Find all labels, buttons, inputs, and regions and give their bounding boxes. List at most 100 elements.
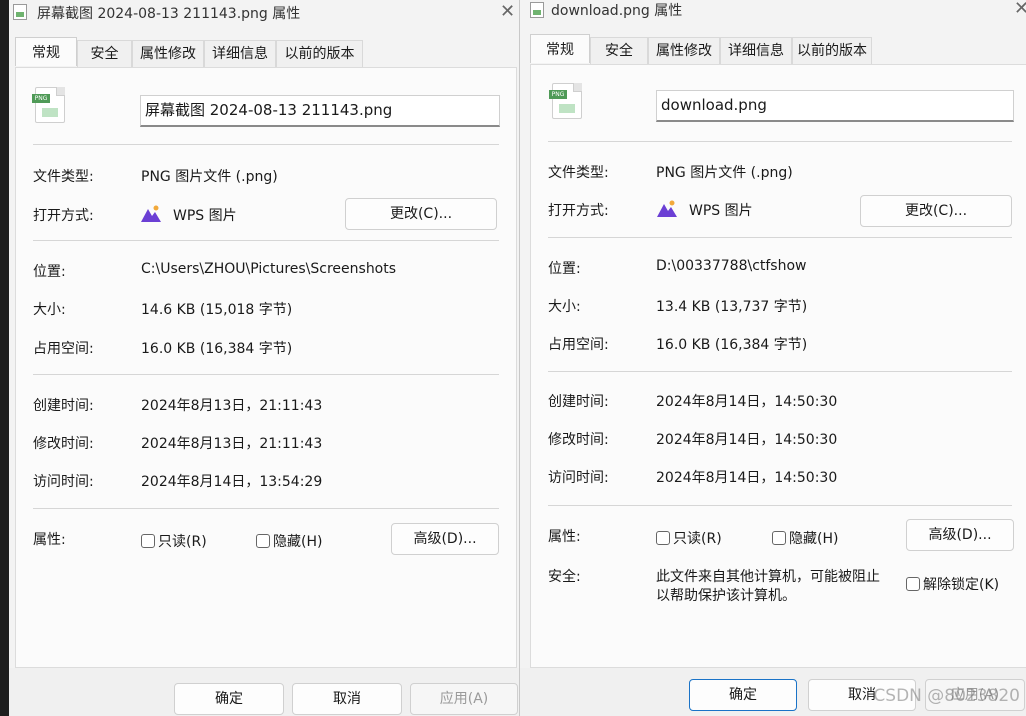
dialog-footer: 确定 取消 应用(A) xyxy=(9,668,519,716)
created-value: 2024年8月14日，14:50:30 xyxy=(656,394,838,410)
tab-attribute-edit[interactable]: 属性修改 xyxy=(132,40,204,67)
readonly-checkbox-label: 只读(R) xyxy=(158,534,207,550)
tab-general[interactable]: 常规 xyxy=(530,34,590,63)
readonly-checkbox[interactable]: 只读(R) xyxy=(141,531,207,551)
location-value: D:\00337788\ctfshow xyxy=(656,258,807,274)
file-name-field[interactable]: download.png xyxy=(656,90,1014,122)
png-file-icon xyxy=(13,4,27,20)
divider xyxy=(548,141,1012,142)
open-with-label: 打开方式: xyxy=(33,208,94,224)
apply-button[interactable]: 应用(A) xyxy=(410,683,518,715)
created-value: 2024年8月13日，21:11:43 xyxy=(141,398,323,414)
readonly-checkbox-label: 只读(R) xyxy=(673,531,722,547)
tab-details[interactable]: 详细信息 xyxy=(720,37,792,64)
background-window-edge xyxy=(0,0,9,716)
created-label: 创建时间: xyxy=(548,394,609,410)
open-with-value: WPS 图片 xyxy=(173,208,237,224)
accessed-value: 2024年8月14日，14:50:30 xyxy=(656,470,838,486)
checkbox-box[interactable] xyxy=(256,534,270,548)
security-warning-line2: 以帮助保护该计算机。 xyxy=(656,588,796,604)
file-name-field[interactable]: 屏幕截图 2024-08-13 211143.png xyxy=(140,95,500,127)
file-type-label: 文件类型: xyxy=(33,169,94,185)
size-label: 大小: xyxy=(548,299,581,315)
modified-label: 修改时间: xyxy=(548,432,609,448)
disk-size-label: 占用空间: xyxy=(33,341,94,357)
tab-details[interactable]: 详细信息 xyxy=(204,40,276,67)
disk-size-value: 16.0 KB (16,384 字节) xyxy=(141,341,293,357)
modified-value: 2024年8月13日，21:11:43 xyxy=(141,436,323,452)
file-type-value: PNG 图片文件 (.png) xyxy=(656,165,793,181)
divider xyxy=(33,144,499,145)
readonly-checkbox[interactable]: 只读(R) xyxy=(656,528,722,548)
properties-dialog-1: 屏幕截图 2024-08-13 211143.png 属性 ✕ 常规 安全 属性… xyxy=(9,0,519,716)
png-file-icon xyxy=(530,2,544,18)
size-value: 14.6 KB (15,018 字节) xyxy=(141,302,293,318)
tab-strip: 常规 安全 属性修改 详细信息 以前的版本 xyxy=(530,34,1020,64)
window-title: download.png 属性 xyxy=(551,3,683,19)
size-label: 大小: xyxy=(33,302,66,318)
modified-value: 2024年8月14日，14:50:30 xyxy=(656,432,838,448)
location-label: 位置: xyxy=(548,261,581,277)
accessed-label: 访问时间: xyxy=(33,474,94,490)
cancel-button[interactable]: 取消 xyxy=(292,683,402,715)
title-bar: download.png 属性 ✕ xyxy=(520,0,1026,32)
checkbox-box[interactable] xyxy=(141,534,155,548)
file-type-label: 文件类型: xyxy=(548,165,609,181)
advanced-button[interactable]: 高级(D)... xyxy=(906,519,1014,551)
divider xyxy=(548,505,1012,506)
unblock-checkbox[interactable]: 解除锁定(K) xyxy=(906,574,999,594)
security-label: 安全: xyxy=(548,569,581,585)
divider xyxy=(548,371,1012,372)
tab-general[interactable]: 常规 xyxy=(15,37,77,66)
location-label: 位置: xyxy=(33,264,66,280)
png-file-icon: PNG xyxy=(549,83,582,119)
properties-dialog-2: download.png 属性 ✕ 常规 安全 属性修改 详细信息 以前的版本 … xyxy=(519,0,1026,716)
hidden-checkbox-label: 隐藏(H) xyxy=(273,534,323,550)
accessed-value: 2024年8月14日，13:54:29 xyxy=(141,474,323,490)
divider xyxy=(33,240,499,241)
change-button[interactable]: 更改(C)... xyxy=(345,198,497,230)
tab-attribute-edit[interactable]: 属性修改 xyxy=(648,37,720,64)
hidden-checkbox-label: 隐藏(H) xyxy=(789,531,839,547)
checkbox-box[interactable] xyxy=(772,531,786,545)
png-file-icon: PNG xyxy=(32,87,65,123)
title-bar: 屏幕截图 2024-08-13 211143.png 属性 ✕ xyxy=(9,0,519,32)
advanced-button[interactable]: 高级(D)... xyxy=(391,523,499,555)
modified-label: 修改时间: xyxy=(33,436,94,452)
disk-size-value: 16.0 KB (16,384 字节) xyxy=(656,337,808,353)
window-title: 屏幕截图 2024-08-13 211143.png 属性 xyxy=(37,6,301,22)
size-value: 13.4 KB (13,737 字节) xyxy=(656,299,808,315)
close-icon[interactable]: ✕ xyxy=(1014,0,1026,19)
unblock-checkbox-label: 解除锁定(K) xyxy=(923,577,1000,593)
tab-security[interactable]: 安全 xyxy=(77,40,132,67)
open-with-value: WPS 图片 xyxy=(689,203,753,219)
disk-size-label: 占用空间: xyxy=(548,337,609,353)
tab-previous-versions[interactable]: 以前的版本 xyxy=(792,37,872,64)
attributes-label: 属性: xyxy=(33,532,66,548)
change-button[interactable]: 更改(C)... xyxy=(860,195,1012,227)
tab-previous-versions[interactable]: 以前的版本 xyxy=(276,40,363,67)
divider xyxy=(33,508,499,509)
close-icon[interactable]: ✕ xyxy=(500,1,515,22)
location-value: C:\Users\ZHOU\Pictures\Screenshots xyxy=(141,261,397,277)
open-with-label: 打开方式: xyxy=(548,203,609,219)
general-panel: PNG download.png 文件类型: PNG 图片文件 (.png) 打… xyxy=(530,64,1026,668)
hidden-checkbox[interactable]: 隐藏(H) xyxy=(256,531,322,551)
file-type-value: PNG 图片文件 (.png) xyxy=(141,169,278,185)
hidden-checkbox[interactable]: 隐藏(H) xyxy=(772,528,838,548)
wps-picture-icon xyxy=(141,205,161,222)
general-panel: PNG 屏幕截图 2024-08-13 211143.png 文件类型: PNG… xyxy=(15,67,517,668)
ok-button[interactable]: 确定 xyxy=(174,683,284,715)
checkbox-box[interactable] xyxy=(656,531,670,545)
ok-button[interactable]: 确定 xyxy=(689,679,797,711)
divider xyxy=(33,374,499,375)
wps-picture-icon xyxy=(657,200,677,217)
watermark: CSDN @8023820 xyxy=(873,686,1020,706)
attributes-label: 属性: xyxy=(548,529,581,545)
divider xyxy=(548,237,1012,238)
tab-strip: 常规 安全 属性修改 详细信息 以前的版本 xyxy=(15,37,505,67)
created-label: 创建时间: xyxy=(33,398,94,414)
tab-security[interactable]: 安全 xyxy=(590,37,648,64)
checkbox-box[interactable] xyxy=(906,577,920,591)
accessed-label: 访问时间: xyxy=(548,470,609,486)
